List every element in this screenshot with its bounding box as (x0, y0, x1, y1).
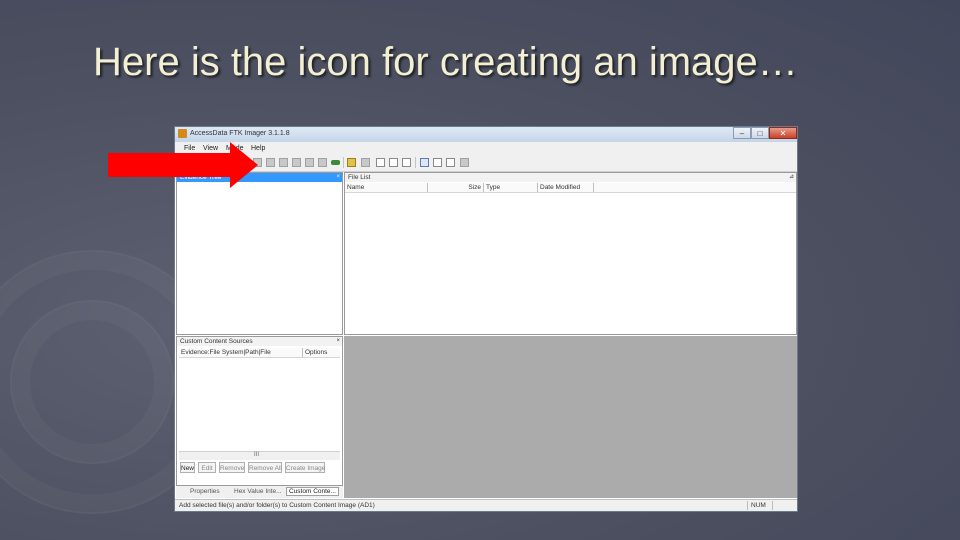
status-bar: Add selected file(s) and/or folder(s) to… (175, 499, 797, 511)
red-arrow-shaft (108, 153, 234, 177)
tab-properties[interactable]: Properties (190, 488, 220, 495)
custom-content-buttons: New Edit Remove Remove All Create Image (179, 462, 340, 474)
status-num-indicator: NUM (747, 501, 773, 510)
custom-content-column-headers: Evidence:File System|Path|File Options (179, 348, 340, 358)
app-icon (178, 129, 187, 138)
custom-content-header: Custom Content Sources × (177, 337, 342, 346)
evidence-tree-pane[interactable]: Evidence Tree × (176, 172, 343, 335)
close-button[interactable]: ✕ (769, 127, 797, 139)
file-list-title: File List (348, 174, 371, 181)
decrypt-icon[interactable] (433, 158, 442, 167)
viewer-pane[interactable] (344, 336, 797, 498)
file-list-header: File List ⊿ (345, 173, 796, 182)
column-size[interactable]: Size (428, 183, 484, 192)
window-titlebar[interactable]: AccessData FTK Imager 3.1.1.8 – □ ✕ (175, 127, 797, 142)
create-image-button[interactable]: Create Image (285, 462, 325, 473)
column-date-modified[interactable]: Date Modified (538, 183, 594, 192)
column-options[interactable]: Options (303, 348, 339, 357)
custom-content-title: Custom Content Sources (180, 338, 253, 345)
remove-button[interactable]: Remove (219, 462, 245, 473)
remove-all-button[interactable]: Remove All (248, 462, 282, 473)
menu-bar: File View Mode Help (175, 142, 797, 154)
export-disk-image-icon[interactable] (318, 158, 327, 167)
slide-title: Here is the icon for creating an image… (93, 40, 798, 84)
status-text: Add selected file(s) and/or folder(s) to… (179, 502, 375, 509)
file-list-column-headers: Name Size Type Date Modified (345, 183, 796, 193)
toolbar-separator (415, 157, 416, 168)
remove-evidence-icon[interactable] (279, 158, 288, 167)
ftk-imager-window: AccessData FTK Imager 3.1.1.8 – □ ✕ File… (174, 126, 798, 512)
close-icon[interactable]: × (336, 337, 340, 346)
create-image-icon[interactable] (305, 158, 314, 167)
file-list-pane[interactable]: File List ⊿ Name Size Type Date Modified (344, 172, 797, 335)
menu-file[interactable]: File (184, 145, 195, 152)
image-mounting-icon[interactable] (331, 160, 340, 165)
bottom-tabs: Properties Hex Value Inte... Custom Cont… (176, 486, 343, 498)
detect-efs-icon[interactable] (446, 158, 455, 167)
new-button[interactable]: New (180, 462, 195, 473)
minimize-button[interactable]: – (733, 127, 751, 139)
scroll-grip: III (254, 452, 260, 458)
add-all-devices-icon[interactable] (266, 158, 275, 167)
capture-memory-icon[interactable] (347, 158, 356, 167)
help-icon[interactable] (460, 158, 469, 167)
close-icon[interactable]: × (336, 173, 340, 182)
red-arrow-head (230, 142, 258, 188)
toolbar-separator (343, 157, 344, 168)
column-evidence-path[interactable]: Evidence:File System|Path|File (179, 348, 303, 357)
status-cell-empty (772, 501, 797, 510)
export-files-icon[interactable] (376, 158, 385, 167)
obtain-protected-files-icon[interactable] (361, 158, 370, 167)
export-directory-listing-icon[interactable] (402, 158, 411, 167)
toolbar (175, 154, 797, 172)
tab-custom-content[interactable]: Custom Conte... (286, 487, 339, 496)
edit-button[interactable]: Edit (198, 462, 216, 473)
menu-view[interactable]: View (203, 145, 218, 152)
window-title: AccessData FTK Imager 3.1.1.8 (190, 130, 290, 137)
column-name[interactable]: Name (345, 183, 428, 192)
column-type[interactable]: Type (484, 183, 538, 192)
maximize-button[interactable]: □ (751, 127, 769, 139)
compass-watermark-inner (10, 300, 174, 464)
horizontal-scrollbar[interactable]: III (179, 451, 340, 460)
verify-drive-icon[interactable] (420, 158, 429, 167)
custom-content-pane[interactable]: Custom Content Sources × Evidence:File S… (176, 336, 343, 486)
tab-hex-value-interpreter[interactable]: Hex Value Inte... (234, 488, 282, 495)
export-file-hash-list-icon[interactable] (389, 158, 398, 167)
remove-all-icon[interactable] (292, 158, 301, 167)
pin-icon[interactable]: ⊿ (789, 173, 794, 182)
